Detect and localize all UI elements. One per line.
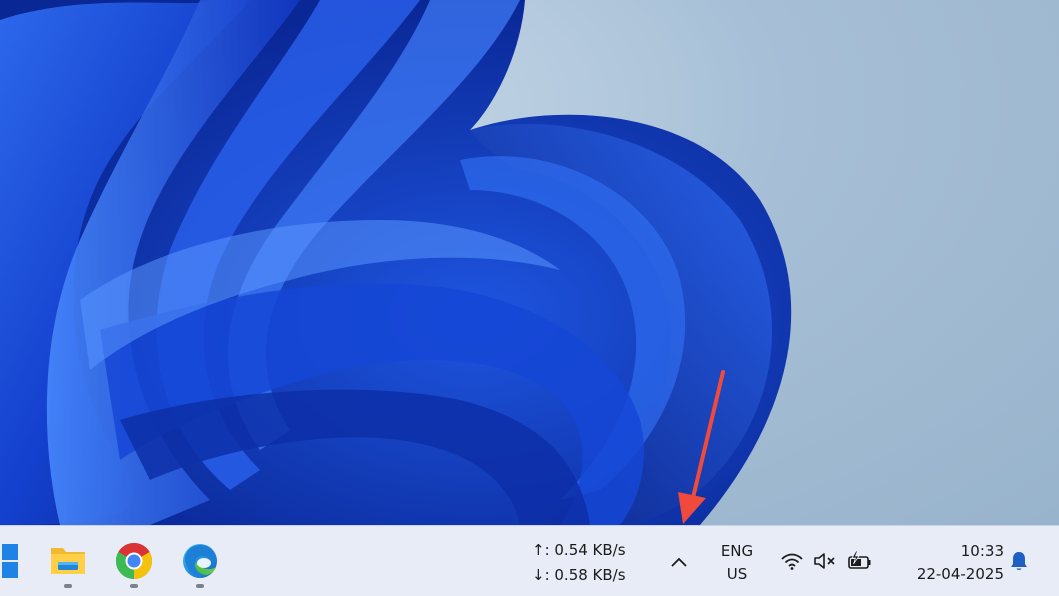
input-language-indicator[interactable]: ENG US xyxy=(710,540,764,586)
language-line1: ENG xyxy=(720,542,754,560)
network-download-speed: ↓: 0.58 KB/s xyxy=(532,566,626,584)
clock-time: 10:33 xyxy=(960,542,1004,560)
bell-icon xyxy=(1011,552,1027,570)
taskbar-app-edge[interactable] xyxy=(176,536,224,588)
windows-logo-icon xyxy=(2,544,18,578)
bloom-wallpaper-art xyxy=(0,0,792,525)
edge-icon xyxy=(183,544,217,578)
language-line2: US xyxy=(726,565,748,583)
speaker-muted-icon xyxy=(814,553,835,569)
show-hidden-icons-button[interactable] xyxy=(664,548,694,576)
running-indicator xyxy=(130,584,138,588)
taskbar-app-chrome[interactable] xyxy=(110,536,158,588)
start-button[interactable] xyxy=(0,544,20,578)
network-upload-speed: ↑: 0.54 KB/s xyxy=(532,541,626,559)
notification-center-button[interactable] xyxy=(1004,546,1034,576)
running-indicator xyxy=(64,584,72,588)
desktop-wallpaper xyxy=(0,0,1059,525)
chrome-icon xyxy=(115,543,153,579)
quick-settings-button[interactable] xyxy=(776,546,890,576)
taskbar: ↑: 0.54 KB/s ↓: 0.58 KB/s ENG US 10:33 2 xyxy=(0,525,1059,596)
battery-charging-icon xyxy=(848,550,871,569)
chevron-up-icon xyxy=(671,557,687,567)
running-indicator xyxy=(196,584,204,588)
wifi-icon xyxy=(781,553,803,570)
clock-date[interactable]: 10:33 22-04-2025 xyxy=(892,540,1004,586)
folder-icon xyxy=(51,548,85,574)
taskbar-app-file-explorer[interactable] xyxy=(44,536,92,588)
clock-date-text: 22-04-2025 xyxy=(916,565,1004,583)
